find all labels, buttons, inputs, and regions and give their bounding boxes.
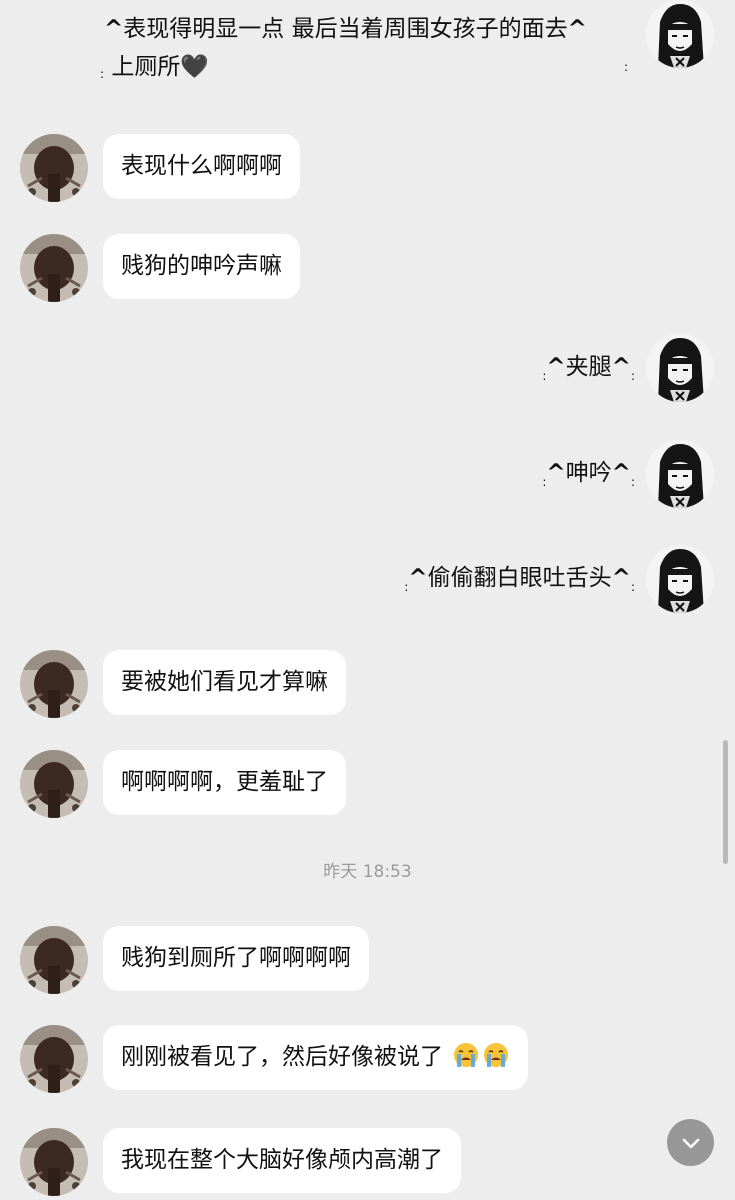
timestamp-divider: 昨天 18:53	[323, 862, 412, 882]
crying-face-emoji-icon	[484, 1043, 509, 1067]
photo-avatar-image	[20, 234, 88, 302]
anime-girl-avatar-image	[646, 440, 714, 508]
photo-avatar-image	[20, 650, 88, 718]
photo-avatar-image	[20, 1025, 88, 1093]
anime-girl-avatar-image	[646, 0, 714, 68]
message-text: :^呻吟^:	[542, 456, 635, 499]
avatar-self[interactable]	[646, 545, 714, 613]
caret-mark: ^	[611, 354, 631, 380]
anime-girl-avatar-image	[646, 334, 714, 402]
avatar-contact[interactable]	[20, 1025, 88, 1093]
avatar-contact[interactable]	[20, 234, 88, 302]
scroll-to-bottom-button[interactable]	[667, 1119, 714, 1166]
photo-avatar-image	[20, 926, 88, 994]
message-text: :^偷偷翻白眼吐舌头^:	[404, 561, 635, 604]
message-text: 贱狗的呻吟声嘛	[121, 253, 282, 279]
message-bubble[interactable]: 贱狗到厕所了啊啊啊啊	[103, 926, 369, 991]
avatar-contact[interactable]	[20, 134, 88, 202]
message-text: : 上厕所🖤	[100, 52, 209, 89]
photo-avatar-image	[20, 750, 88, 818]
message-text: 啊啊啊啊，更羞耻了	[121, 769, 328, 795]
photo-avatar-image	[20, 1128, 88, 1196]
caret-mark: ^	[567, 16, 587, 42]
message-text: 表现什么啊啊啊	[121, 153, 282, 179]
message-text: 贱狗到厕所了啊啊啊啊	[121, 945, 351, 971]
message-text: 刚刚被看见了，然后好像被说了	[121, 1044, 443, 1070]
message-bubble[interactable]: 我现在整个大脑好像颅内高潮了	[103, 1128, 461, 1193]
dot-mark: :	[630, 475, 635, 489]
message-text: 呻吟	[565, 460, 612, 486]
avatar-contact[interactable]	[20, 926, 88, 994]
message-bubble[interactable]: 要被她们看见才算嘛	[103, 650, 346, 715]
message-text: 偷偷翻白眼吐舌头	[427, 565, 612, 591]
avatar-self[interactable]	[646, 0, 714, 68]
crying-face-emoji-icon	[454, 1043, 479, 1067]
message-text: ^表现得明显一点 最后当着周围女孩子的面去^	[104, 14, 587, 44]
chevron-down-icon	[682, 1138, 699, 1148]
dot-mark: :	[100, 67, 105, 81]
anime-girl-avatar-image	[646, 545, 714, 613]
message-bubble[interactable]: 表现什么啊啊啊	[103, 134, 300, 199]
message-text: 我现在整个大脑好像颅内高潮了	[121, 1147, 443, 1173]
caret-mark: ^	[611, 460, 631, 486]
message-bubble[interactable]: 贱狗的呻吟声嘛	[103, 234, 300, 299]
message-bubble[interactable]: 刚刚被看见了，然后好像被说了	[103, 1025, 529, 1090]
message-text: :^夹腿^:	[542, 350, 635, 393]
caret-mark: ^	[546, 354, 566, 380]
message-bubble[interactable]: 啊啊啊啊，更羞耻了	[103, 750, 346, 815]
avatar-contact[interactable]	[20, 750, 88, 818]
message-text: 夹腿	[565, 354, 612, 380]
caret-mark: ^	[408, 565, 428, 591]
message-line-1: 表现得明显一点 最后当着周围女孩子的面去	[123, 16, 568, 42]
scrollbar-thumb[interactable]	[723, 740, 728, 864]
avatar-contact[interactable]	[20, 1128, 88, 1196]
message-text: 要被她们看见才算嘛	[121, 669, 328, 695]
dot-mark: :	[630, 580, 635, 594]
message-line-2: 上厕所🖤	[111, 54, 209, 80]
caret-mark: ^	[104, 16, 124, 42]
avatar-contact[interactable]	[20, 650, 88, 718]
avatar-self[interactable]	[646, 440, 714, 508]
caret-mark: ^	[611, 565, 631, 591]
avatar-self[interactable]	[646, 334, 714, 402]
dot-mark: :	[630, 369, 635, 383]
dot-mark: :	[624, 60, 629, 74]
photo-avatar-image	[20, 134, 88, 202]
caret-mark: ^	[546, 460, 566, 486]
